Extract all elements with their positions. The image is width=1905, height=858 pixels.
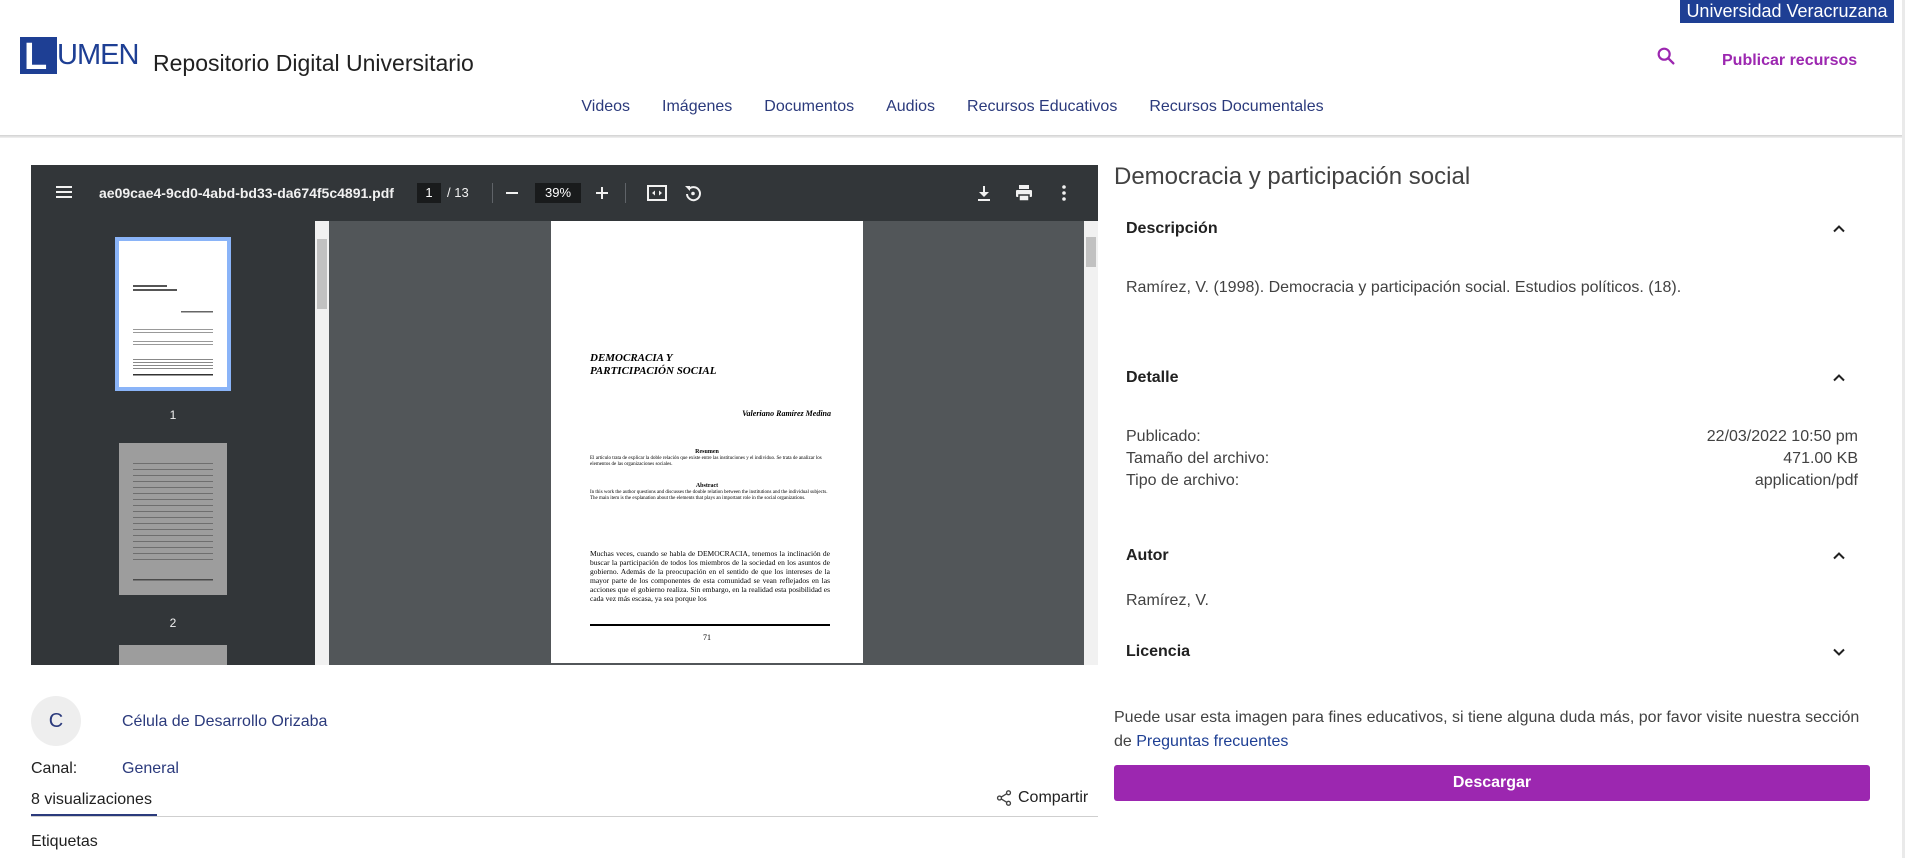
page-abstract-text: In this work the author questions and di…: [590, 490, 828, 501]
file-size-label: Tamaño del archivo:: [1126, 450, 1270, 467]
thumbnail-page-1-preview: [133, 285, 213, 376]
tabs-divider: [31, 816, 1098, 817]
pdf-toolbar: ae09cae4-9cd0-4abd-bd33-da674f5c4891.pdf…: [31, 165, 1098, 221]
file-type-value: application/pdf: [1754, 472, 1858, 489]
search-icon[interactable]: [1655, 45, 1677, 67]
nav-recursos-documentales[interactable]: Recursos Documentales: [1133, 98, 1339, 116]
author-section-header[interactable]: Autor: [1126, 547, 1858, 565]
publish-resources-link[interactable]: Publicar recursos: [1722, 52, 1857, 70]
pdf-filename: ae09cae4-9cd0-4abd-bd33-da674f5c4891.pdf: [99, 185, 394, 201]
share-icon: [996, 790, 1012, 806]
pdf-page: DEMOCRACIA Y PARTICIPACIÓN SOCIAL Valeri…: [551, 221, 863, 663]
author-name: Ramírez, V.: [1126, 592, 1209, 609]
nav-recursos-educativos[interactable]: Recursos Educativos: [951, 98, 1133, 116]
faq-link[interactable]: Preguntas frecuentes: [1136, 733, 1288, 750]
file-type-row: Tipo de archivo: application/pdf: [1126, 472, 1858, 490]
chevron-up-icon: [1833, 225, 1845, 233]
published-value: 22/03/2022 10:50 pm: [1706, 428, 1858, 445]
toolbar-separator: [625, 183, 626, 203]
tags-heading: Etiquetas: [31, 833, 98, 850]
nav-imagenes[interactable]: Imágenes: [646, 98, 748, 116]
print-icon[interactable]: [1012, 181, 1036, 205]
logo-letter: L: [20, 37, 57, 77]
thumbnail-scrollbar[interactable]: [315, 221, 329, 665]
site-title: Repositorio Digital Universitario: [153, 50, 474, 76]
download-button[interactable]: Descargar: [1114, 765, 1870, 801]
page-author: Valeriano Ramírez Medina: [742, 409, 831, 418]
page-abstract-heading: Abstract: [695, 483, 719, 489]
toolbar-separator: [492, 183, 493, 203]
chevron-up-icon: [1833, 552, 1845, 560]
page-rule: [590, 624, 830, 626]
zoom-in-icon[interactable]: [590, 181, 614, 205]
thumbnail-label: 2: [169, 616, 177, 630]
zoom-input[interactable]: 39%: [535, 183, 581, 203]
avatar[interactable]: C: [31, 696, 81, 746]
more-options-icon[interactable]: [1052, 181, 1076, 205]
detail-heading: Detalle: [1126, 369, 1179, 386]
description-section-header[interactable]: Descripción: [1126, 220, 1858, 238]
usage-notice: Puede usar esta imagen para fines educat…: [1114, 706, 1874, 754]
thumbnail-sidebar: 1 2: [31, 221, 315, 665]
thumbnail-page-3[interactable]: [119, 645, 227, 665]
pdf-viewer: ae09cae4-9cd0-4abd-bd33-da674f5c4891.pdf…: [31, 165, 1098, 665]
header-divider: [0, 135, 1905, 138]
canal-link[interactable]: General: [122, 760, 179, 778]
lumen-logo[interactable]: L UMEN: [20, 37, 139, 77]
zoom-out-icon[interactable]: [500, 181, 524, 205]
views-tab[interactable]: 8 visualizaciones: [31, 791, 152, 809]
nav-audios[interactable]: Audios: [870, 98, 951, 116]
page-number-input[interactable]: 1: [417, 183, 441, 203]
thumbnail-label: 1: [169, 408, 177, 422]
thumbnail-page-1[interactable]: [115, 237, 231, 391]
chevron-down-icon: [1833, 648, 1845, 656]
published-label: Publicado:: [1126, 428, 1201, 445]
thumbnail-page-2[interactable]: [119, 443, 227, 595]
published-row: Publicado: 22/03/2022 10:50 pm: [1126, 428, 1858, 446]
nav-videos[interactable]: Videos: [565, 98, 646, 116]
share-label: Compartir: [1018, 789, 1089, 806]
rotate-icon[interactable]: [681, 181, 705, 205]
main-nav: Videos Imágenes Documentos Audios Recurs…: [0, 98, 1905, 116]
page-resumen-text: El artículo trata de explicar la doble r…: [590, 456, 822, 467]
viewer-scrollbar[interactable]: [1084, 221, 1098, 665]
chevron-up-icon: [1833, 374, 1845, 382]
detail-section-header[interactable]: Detalle: [1126, 369, 1858, 387]
page-resumen-heading: Resumen: [695, 449, 719, 455]
share-button[interactable]: Compartir: [995, 789, 1088, 807]
logo-text: UMEN: [57, 39, 139, 71]
page-body-text: Muchas veces, cuando se habla de DEMOCRA…: [590, 549, 830, 603]
file-size-value: 471.00 KB: [1783, 450, 1858, 467]
document-title: Democracia y participación social: [1114, 163, 1471, 190]
download-icon[interactable]: [972, 181, 996, 205]
menu-icon[interactable]: [55, 183, 73, 201]
university-badge[interactable]: Universidad Veracruzana: [1680, 0, 1894, 23]
page-total: / 13: [447, 185, 469, 200]
canal-label: Canal:: [31, 760, 78, 777]
license-heading: Licencia: [1126, 643, 1191, 660]
thumbnail-page-2-preview: [133, 463, 213, 581]
channel-owner-link[interactable]: Célula de Desarrollo Orizaba: [122, 713, 327, 731]
description-text: Ramírez, V. (1998). Democracia y partici…: [1126, 279, 1682, 296]
page-title: DEMOCRACIA Y PARTICIPACIÓN SOCIAL: [590, 352, 717, 377]
file-size-row: Tamaño del archivo: 471.00 KB: [1126, 450, 1858, 468]
author-heading: Autor: [1126, 547, 1169, 564]
file-type-label: Tipo de archivo:: [1126, 472, 1240, 489]
description-heading: Descripción: [1126, 220, 1218, 237]
fit-page-icon[interactable]: [645, 181, 669, 205]
nav-documentos[interactable]: Documentos: [748, 98, 870, 116]
license-section-header[interactable]: Licencia: [1126, 643, 1858, 661]
page-number: 71: [703, 633, 711, 642]
